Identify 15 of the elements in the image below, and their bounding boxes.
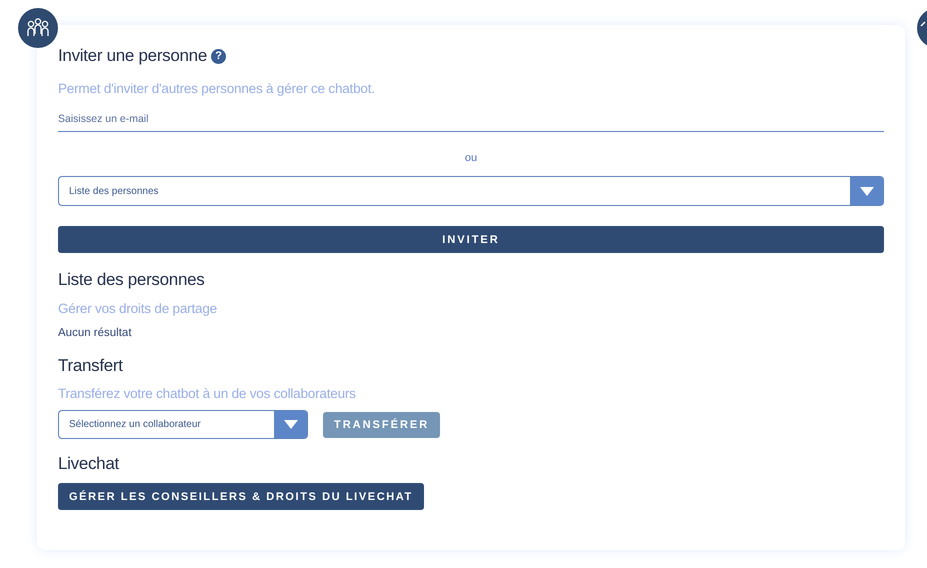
section-title: Inviter une personne xyxy=(58,45,207,67)
email-field[interactable]: Saisissez un e-mail xyxy=(58,113,884,132)
empty-message: Aucun résultat xyxy=(58,327,133,339)
section-description: Gérer vos droits de partage xyxy=(58,300,218,318)
section-title: Transfert xyxy=(58,355,124,377)
section-description: Transférez votre chatbot à un de vos collaborateurs xyxy=(58,385,357,403)
livechat-button[interactable]: GÉRER LES CONSEILLERS & DROITS DU LIVECHAT xyxy=(58,483,424,510)
invite-button[interactable]: INVITER xyxy=(58,226,884,253)
collaborator-dropdown[interactable]: Sélectionnez un collaborateur xyxy=(58,410,308,439)
separator-text: ou xyxy=(464,151,478,165)
section-title: Livechat xyxy=(58,453,120,475)
help-icon[interactable]: ? xyxy=(211,48,226,64)
people-dropdown[interactable]: Liste des personnes xyxy=(58,176,884,206)
section-title: Liste des personnes xyxy=(58,269,206,291)
section-description: Permet d'inviter d'autres personnes à gérer ce chatbot. xyxy=(58,80,376,98)
